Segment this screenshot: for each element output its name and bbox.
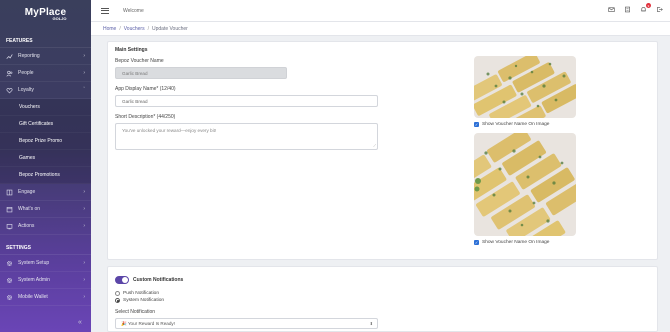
- top-icons: 9: [608, 3, 664, 14]
- sidebar-item-label: Mobile Wallet: [18, 294, 48, 300]
- gear-icon: [5, 259, 13, 267]
- chevron-right-icon: ›: [83, 277, 85, 283]
- logo-subtext: GOLJO: [52, 16, 67, 21]
- sidebar-item-people[interactable]: People ›: [0, 65, 91, 82]
- logout-icon[interactable]: [656, 6, 664, 14]
- radio-label: Push Notification: [123, 291, 159, 296]
- sidebar-item-label: System Setup: [18, 260, 50, 266]
- bepoz-voucher-name-label: Bepoz Voucher Name: [115, 58, 164, 64]
- chevron-right-icon: ›: [83, 206, 85, 212]
- sidebar-item-system-admin[interactable]: System Admin ›: [0, 272, 91, 289]
- sidebar-item-label: People: [18, 70, 34, 76]
- select-notification-label: Select Notification: [115, 309, 156, 315]
- custom-notifications-toggle[interactable]: [115, 276, 129, 284]
- breadcrumb-current: Update Voucher: [151, 25, 188, 32]
- sidebar-item-mobile-wallet[interactable]: Mobile Wallet ›: [0, 289, 91, 306]
- sidebar-item-label: Loyalty: [18, 87, 34, 93]
- people-icon: [5, 69, 13, 77]
- app-display-name-label: App Display Name* (12/40): [115, 86, 176, 92]
- settings-heading: SETTINGS: [0, 241, 91, 255]
- resize-handle-icon[interactable]: ⟋: [373, 143, 376, 148]
- checkbox-checked-icon[interactable]: ✓: [474, 122, 479, 127]
- top-bar: Welcome 9: [91, 0, 670, 22]
- short-description-label: Short Description* (44/250): [115, 114, 176, 120]
- breadcrumb-home[interactable]: Home: [103, 26, 116, 32]
- sidebar-subitem-vouchers[interactable]: Vouchers: [0, 99, 91, 116]
- sidebar-item-label: What's on: [18, 206, 41, 212]
- chevron-right-icon: ›: [83, 294, 85, 300]
- chevron-down-icon: ˇ: [83, 87, 85, 93]
- sidebar-subitem-games[interactable]: Games: [0, 150, 91, 167]
- sidebar-item-system-setup[interactable]: System Setup ›: [0, 255, 91, 272]
- calendar-icon: [5, 205, 13, 213]
- custom-notifications-title: Custom Notifications: [133, 277, 184, 283]
- voucher-image-landscape[interactable]: [474, 56, 576, 118]
- main-settings-card: Main Settings Bepoz Voucher Name Garlic …: [107, 41, 658, 260]
- voucher-image-portrait[interactable]: [474, 133, 576, 236]
- checkbox-label: Show Voucher Name On Image: [482, 122, 550, 127]
- menu-toggle-icon[interactable]: [101, 7, 109, 14]
- checkbox-checked-icon[interactable]: ✓: [474, 240, 479, 245]
- chevron-right-icon: ›: [83, 260, 85, 266]
- features-heading: FEATURES: [0, 34, 91, 48]
- sidebar-item-label: Engage: [18, 189, 36, 195]
- document-icon[interactable]: [624, 6, 632, 14]
- garlic-bread-image: [474, 133, 576, 236]
- radio-push-notification[interactable]: Push Notification: [115, 291, 159, 296]
- chevron-right-icon: ›: [83, 223, 85, 229]
- short-description-text: You've unlocked your reward—enjoy every …: [122, 128, 217, 133]
- sidebar-item-whats-on[interactable]: What's on ›: [0, 201, 91, 218]
- sidebar-subitem-bepoz-promotions[interactable]: Bepoz Promotions: [0, 167, 91, 184]
- radio-label: System Notification: [123, 298, 165, 303]
- section-title: Main Settings: [115, 47, 148, 53]
- chevron-right-icon: ›: [83, 189, 85, 195]
- breadcrumb-vouchers[interactable]: Vouchers: [124, 26, 145, 32]
- show-name-on-image-checkbox-1[interactable]: ✓ Show Voucher Name On Image: [474, 122, 549, 127]
- sidebar-item-label: Reporting: [18, 53, 40, 59]
- breadcrumb: Home / Vouchers / Update Voucher: [91, 22, 670, 36]
- app-display-name-input[interactable]: Garlic Bread: [115, 95, 378, 107]
- garlic-bread-image: [474, 56, 576, 118]
- sidebar: MyPlace GOLJO FEATURES Reporting › Peopl…: [0, 0, 91, 332]
- show-name-on-image-checkbox-2[interactable]: ✓ Show Voucher Name On Image: [474, 240, 549, 245]
- select-caret-icon: ⬍: [369, 321, 373, 326]
- breadcrumb-separator: /: [147, 25, 149, 32]
- short-description-textarea[interactable]: You've unlocked your reward—enjoy every …: [115, 123, 378, 150]
- sidebar-subitem-bepoz-prize-promo[interactable]: Bepoz Prize Promo: [0, 133, 91, 150]
- welcome-text: Welcome: [123, 7, 144, 14]
- engage-icon: [5, 188, 13, 196]
- notification-select[interactable]: 🎉 Your Reward Is Ready! ⬍: [115, 318, 378, 329]
- mail-icon[interactable]: [608, 6, 616, 14]
- actions-icon: [5, 222, 13, 230]
- chevron-right-icon: ›: [83, 70, 85, 76]
- sidebar-item-label: System Admin: [18, 277, 50, 283]
- sidebar-item-actions[interactable]: Actions ›: [0, 218, 91, 235]
- bell-icon[interactable]: 9: [640, 3, 651, 14]
- sidebar-item-label: Actions: [18, 223, 35, 229]
- sidebar-subitem-gift-certificates[interactable]: Gift Certificates: [0, 116, 91, 133]
- breadcrumb-separator: /: [119, 25, 121, 32]
- gear-icon: [5, 293, 13, 301]
- chart-line-icon: [5, 52, 13, 60]
- sidebar-item-reporting[interactable]: Reporting ›: [0, 48, 91, 65]
- radio-system-notification[interactable]: System Notification: [115, 298, 164, 303]
- heart-icon: [5, 86, 13, 94]
- notification-badge: 9: [646, 3, 651, 8]
- app-logo[interactable]: MyPlace GOLJO: [0, 0, 91, 28]
- sidebar-item-loyalty[interactable]: Loyalty ˇ: [0, 82, 91, 99]
- checkbox-label: Show Voucher Name On Image: [482, 240, 550, 245]
- gear-icon: [5, 276, 13, 284]
- radio-button-selected[interactable]: [115, 298, 120, 303]
- radio-button[interactable]: [115, 291, 120, 296]
- bepoz-voucher-name-input: Garlic Bread: [115, 67, 287, 79]
- collapse-sidebar-icon[interactable]: «: [78, 319, 82, 326]
- custom-notifications-card: Custom Notifications Push Notification S…: [107, 266, 658, 332]
- notification-select-value: 🎉 Your Reward Is Ready!: [121, 320, 175, 326]
- chevron-right-icon: ›: [83, 53, 85, 59]
- sidebar-item-engage[interactable]: Engage ›: [0, 184, 91, 201]
